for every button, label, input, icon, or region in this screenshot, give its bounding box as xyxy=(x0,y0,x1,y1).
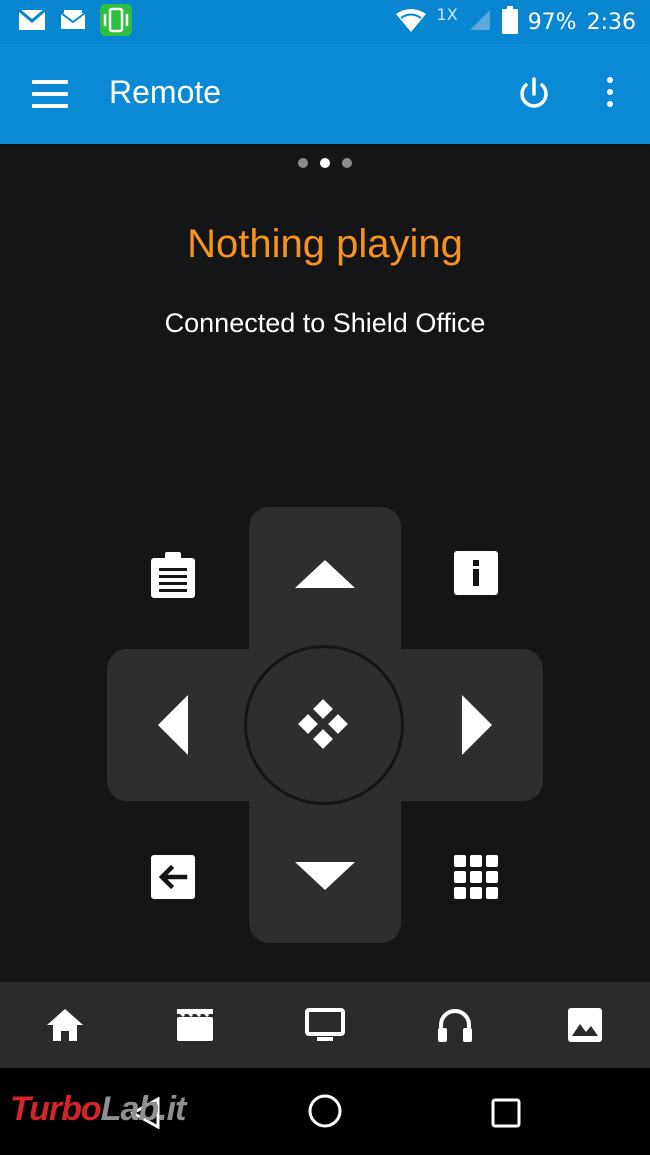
arrow-left-icon xyxy=(158,695,188,755)
phone-app-icon xyxy=(100,4,132,40)
circle-home-icon xyxy=(308,1094,342,1128)
movies-icon xyxy=(177,1009,213,1041)
tv-icon xyxy=(305,1008,345,1041)
dpad-down-button[interactable] xyxy=(285,840,365,910)
dpad-right-button[interactable] xyxy=(442,685,512,765)
page-dot[interactable] xyxy=(298,158,308,168)
arrow-down-icon xyxy=(295,862,355,890)
network-type-label: 1X xyxy=(436,4,458,24)
music-icon xyxy=(438,1009,472,1042)
nav-movies[interactable] xyxy=(130,982,260,1068)
signal-icon xyxy=(468,8,492,36)
status-bar: 1X 97% 2:36 xyxy=(0,0,650,44)
system-home-button[interactable] xyxy=(300,1086,350,1136)
info-icon xyxy=(454,551,498,595)
dpad-up-button[interactable] xyxy=(285,540,365,610)
hamburger-menu-icon[interactable] xyxy=(32,80,68,108)
clipboard-icon xyxy=(151,552,195,598)
battery-icon xyxy=(501,6,518,38)
info-button[interactable] xyxy=(446,543,506,603)
square-recents-icon xyxy=(491,1098,521,1128)
email-icon xyxy=(60,9,86,35)
system-navigation-bar: TurboLab.it xyxy=(0,1068,650,1155)
home-icon xyxy=(47,1009,83,1041)
connection-status: Connected to Shield Office xyxy=(164,308,486,338)
nav-home[interactable] xyxy=(0,982,130,1068)
now-playing-status: Nothing playing xyxy=(187,222,463,266)
nav-music[interactable] xyxy=(390,982,520,1068)
watermark-part2: Lab.it xyxy=(100,1090,187,1128)
nav-tv[interactable] xyxy=(260,982,390,1068)
dpad-left-button[interactable] xyxy=(138,685,208,765)
page-dot-active[interactable] xyxy=(320,158,330,168)
gmail-icon xyxy=(18,8,46,35)
page-indicator xyxy=(0,158,650,168)
arrow-right-icon xyxy=(462,695,492,755)
nav-pictures[interactable] xyxy=(520,982,650,1068)
back-icon xyxy=(151,855,195,899)
wifi-icon xyxy=(395,7,427,37)
keypad-button[interactable] xyxy=(446,847,506,907)
app-title: Remote xyxy=(109,74,222,110)
battery-percent: 97% xyxy=(527,9,577,35)
grid-icon xyxy=(454,855,498,899)
bottom-navigation xyxy=(0,982,650,1068)
more-options-icon[interactable] xyxy=(600,77,620,111)
power-icon[interactable] xyxy=(516,76,552,112)
back-button[interactable] xyxy=(143,847,203,907)
app-bar: Remote xyxy=(0,44,650,144)
page-dot[interactable] xyxy=(342,158,352,168)
clipboard-button[interactable] xyxy=(143,545,203,605)
select-icon xyxy=(298,699,348,749)
pictures-icon xyxy=(568,1008,602,1042)
dpad-select-button[interactable] xyxy=(244,645,404,805)
clock-time: 2:36 xyxy=(586,9,636,35)
system-recents-button[interactable] xyxy=(481,1088,531,1138)
watermark-logo: TurboLab.it xyxy=(10,1090,187,1129)
arrow-up-icon xyxy=(295,560,355,588)
watermark-part1: Turbo xyxy=(10,1090,102,1128)
